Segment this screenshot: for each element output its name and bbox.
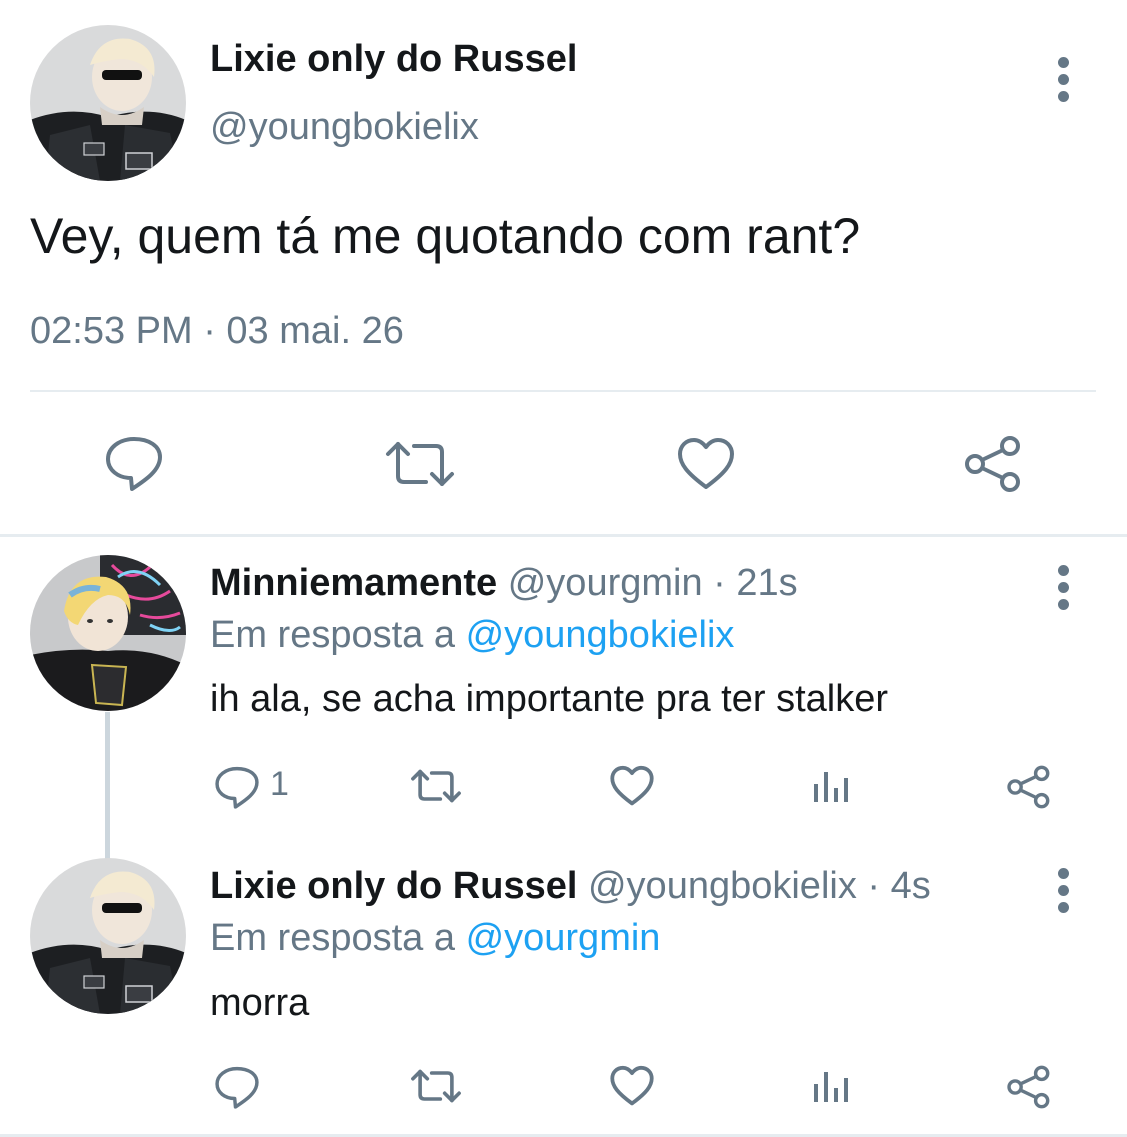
analytics-icon[interactable] [812, 1068, 850, 1104]
more-options-icon[interactable] [1057, 565, 1069, 616]
divider [0, 534, 1127, 537]
tweet-timestamp: 02:53 PM · 03 mai. 26 [30, 310, 404, 352]
reply-icon[interactable] [214, 765, 260, 809]
retweet-icon[interactable] [410, 1068, 462, 1104]
replying-to-line: Em resposta a @yourgmin [210, 917, 660, 960]
share-icon[interactable] [1004, 1065, 1052, 1109]
reply-header: Minniemamente @yourgmin · 21s [210, 562, 798, 605]
retweet-icon[interactable] [384, 440, 456, 488]
reply-header: Lixie only do Russel @youngbokielix · 4s [210, 865, 931, 908]
display-name[interactable]: Lixie only do Russel [210, 865, 577, 907]
tweet-text: Vey, quem tá me quotando com rant? [30, 208, 861, 264]
tweet-text: ih ala, se acha importante pra ter stalk… [210, 678, 889, 720]
more-options-icon[interactable] [1057, 57, 1069, 108]
display-name[interactable]: Lixie only do Russel [210, 38, 577, 81]
replying-to-line: Em resposta a @youngbokielix [210, 614, 734, 657]
thread-line [105, 712, 110, 862]
replying-to-label: Em resposta a [210, 917, 466, 959]
mention-link[interactable]: @youngbokielix [466, 614, 735, 656]
avatar[interactable] [30, 555, 186, 711]
more-options-icon[interactable] [1057, 868, 1069, 919]
user-handle[interactable]: @yourgmin · 21s [508, 562, 798, 604]
share-icon[interactable] [962, 435, 1022, 493]
mention-link[interactable]: @yourgmin [466, 917, 661, 959]
retweet-icon[interactable] [410, 768, 462, 804]
divider [30, 390, 1096, 392]
user-handle[interactable]: @youngbokielix · 4s [588, 865, 931, 907]
like-icon[interactable] [610, 1065, 654, 1107]
reply-icon[interactable] [214, 1065, 260, 1109]
share-icon[interactable] [1004, 765, 1052, 809]
tweet-text: morra [210, 982, 310, 1024]
like-icon[interactable] [610, 765, 654, 807]
reply-count: 1 [270, 765, 289, 803]
analytics-icon[interactable] [812, 768, 850, 804]
replying-to-label: Em resposta a [210, 614, 466, 656]
user-handle[interactable]: @youngbokielix [210, 106, 479, 149]
reply-icon[interactable] [104, 435, 164, 491]
avatar[interactable] [30, 858, 186, 1014]
display-name[interactable]: Minniemamente [210, 562, 497, 604]
avatar[interactable] [30, 25, 186, 181]
like-icon[interactable] [677, 437, 735, 491]
